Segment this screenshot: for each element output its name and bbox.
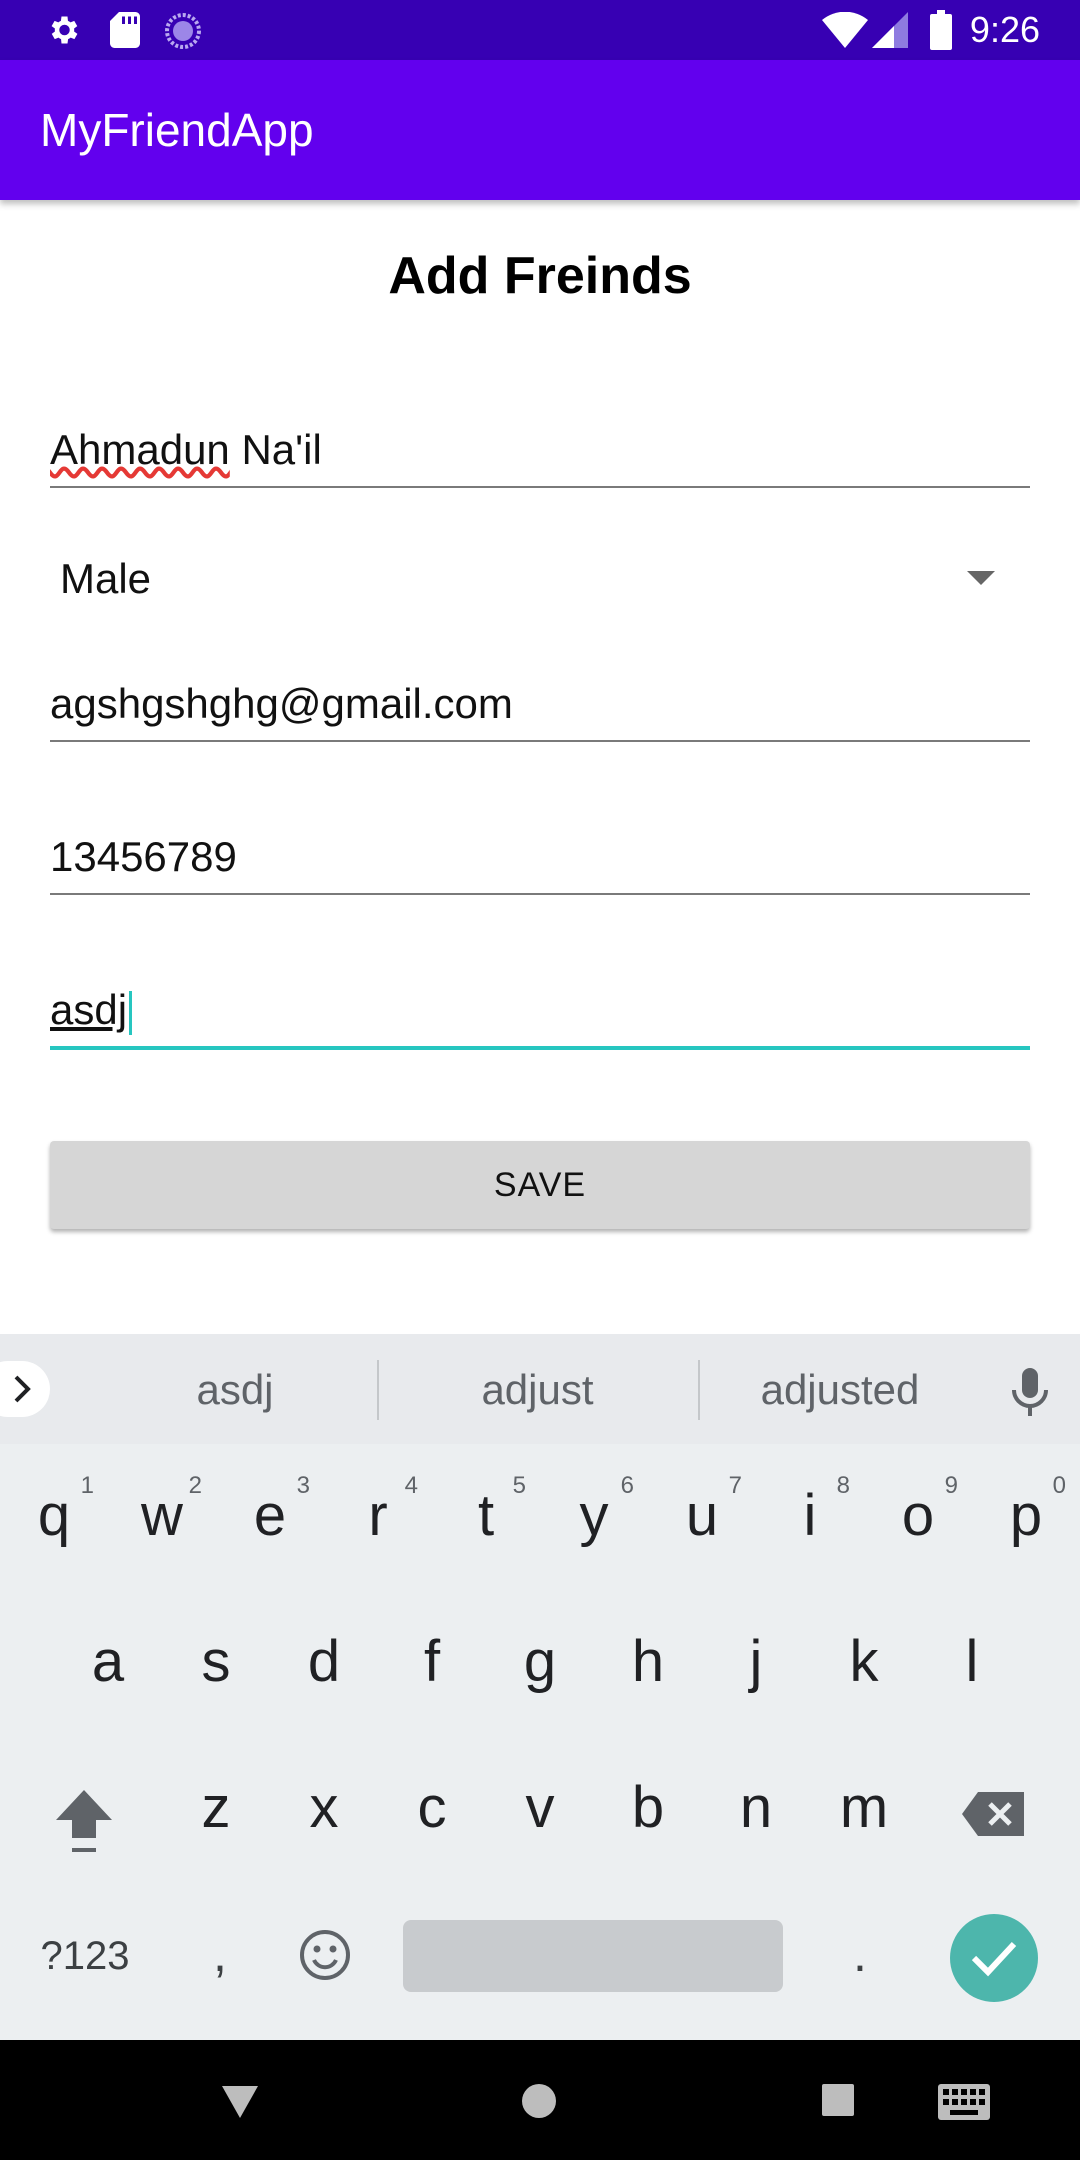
recents-icon[interactable] xyxy=(822,2084,854,2116)
signal-icon xyxy=(872,12,908,48)
key-i[interactable]: i8 xyxy=(756,1456,864,1576)
status-bar: 9:26 xyxy=(0,0,1080,60)
key-label: t xyxy=(477,1483,495,1548)
checkmark-icon xyxy=(971,1941,1017,1977)
symbols-key[interactable]: ?123 xyxy=(20,1928,150,1984)
key-hint: 0 xyxy=(1052,1472,1066,1499)
key-hint: 6 xyxy=(620,1472,634,1499)
key-c[interactable]: c xyxy=(378,1748,486,1868)
key-m[interactable]: m xyxy=(810,1748,918,1868)
address-field[interactable]: asdj xyxy=(50,984,1030,1050)
key-q[interactable]: q1 xyxy=(0,1456,108,1576)
key-hint: 7 xyxy=(728,1472,742,1499)
soft-keyboard: asdj adjust adjusted q1w2e3r4t5y6u7i8o9p… xyxy=(0,1334,1080,2040)
name-field-misspelled-word: Ahmadun xyxy=(50,426,230,473)
wifi-icon xyxy=(822,12,868,48)
status-time: 9:26 xyxy=(969,9,1040,50)
save-button[interactable]: SAVE xyxy=(50,1141,1030,1229)
key-f[interactable]: f xyxy=(378,1602,486,1722)
app-bar: MyFriendApp xyxy=(0,60,1080,200)
period-key[interactable]: . xyxy=(830,1919,890,1989)
text-cursor xyxy=(129,990,133,1035)
key-label: y xyxy=(579,1483,609,1548)
expand-toolbar-button[interactable] xyxy=(0,1361,50,1417)
phone-field[interactable]: 13456789 xyxy=(50,831,1030,895)
address-field-value: asdj xyxy=(50,986,128,1033)
email-field-value: agshgshghg@gmail.com xyxy=(50,680,513,727)
key-label: i xyxy=(803,1483,817,1548)
key-hint: 8 xyxy=(836,1472,850,1499)
key-l[interactable]: l xyxy=(918,1602,1026,1722)
key-z[interactable]: z xyxy=(162,1748,270,1868)
name-field-rest: Na'il xyxy=(229,426,322,473)
key-p[interactable]: p0 xyxy=(972,1456,1080,1576)
shift-key[interactable] xyxy=(52,1786,116,1858)
email-field[interactable]: agshgshghg@gmail.com xyxy=(50,678,1030,742)
key-label: e xyxy=(253,1483,287,1548)
emoji-icon xyxy=(300,1930,350,1980)
key-e[interactable]: e3 xyxy=(216,1456,324,1576)
backspace-icon xyxy=(962,1792,1024,1836)
sync-circle-icon xyxy=(165,13,201,49)
key-hint: 3 xyxy=(296,1472,310,1499)
microphone-icon[interactable] xyxy=(1010,1368,1050,1416)
gender-spinner[interactable]: Male xyxy=(50,545,1030,615)
key-o[interactable]: o9 xyxy=(864,1456,972,1576)
suggestion-divider xyxy=(698,1360,700,1420)
space-key[interactable] xyxy=(403,1920,783,1992)
gender-spinner-value: Male xyxy=(60,555,152,602)
sd-card-icon xyxy=(110,12,140,48)
key-label: u xyxy=(685,1483,719,1548)
key-u[interactable]: u7 xyxy=(648,1456,756,1576)
keyboard-switch-icon[interactable] xyxy=(938,2084,990,2120)
done-key[interactable] xyxy=(950,1914,1038,2002)
emoji-key[interactable] xyxy=(298,1928,352,1982)
suggestion-1[interactable]: asdj xyxy=(120,1364,350,1416)
key-s[interactable]: s xyxy=(162,1602,270,1722)
suggestion-3[interactable]: adjusted xyxy=(720,1364,960,1416)
shift-arrow-icon xyxy=(56,1790,112,1852)
key-d[interactable]: d xyxy=(270,1602,378,1722)
key-hint: 5 xyxy=(512,1472,526,1499)
key-n[interactable]: n xyxy=(702,1748,810,1868)
key-b[interactable]: b xyxy=(594,1748,702,1868)
key-hint: 4 xyxy=(404,1472,418,1499)
key-label: q xyxy=(37,1483,71,1548)
chevron-right-icon xyxy=(14,1375,31,1403)
key-h[interactable]: h xyxy=(594,1602,702,1722)
gear-icon xyxy=(51,16,78,44)
back-down-icon[interactable] xyxy=(222,2086,258,2118)
key-t[interactable]: t5 xyxy=(432,1456,540,1576)
key-v[interactable]: v xyxy=(486,1748,594,1868)
navigation-bar xyxy=(0,2040,1080,2160)
phone-field-value: 13456789 xyxy=(50,833,237,880)
page-heading: Add Freinds xyxy=(388,247,692,305)
app-title: MyFriendApp xyxy=(40,104,314,156)
key-k[interactable]: k xyxy=(810,1602,918,1722)
battery-icon xyxy=(930,10,952,50)
key-g[interactable]: g xyxy=(486,1602,594,1722)
key-hint: 2 xyxy=(188,1472,202,1499)
key-label: r xyxy=(368,1483,388,1548)
key-a[interactable]: a xyxy=(54,1602,162,1722)
dropdown-arrow-icon xyxy=(967,571,995,585)
key-w[interactable]: w2 xyxy=(108,1456,216,1576)
key-label: p xyxy=(1009,1483,1043,1548)
backspace-key[interactable] xyxy=(960,1790,1026,1838)
key-hint: 1 xyxy=(80,1472,94,1499)
key-r[interactable]: r4 xyxy=(324,1456,432,1576)
name-field[interactable]: Ahmadun Na'il xyxy=(50,424,1030,488)
key-x[interactable]: x xyxy=(270,1748,378,1868)
suggestion-strip: asdj adjust adjusted xyxy=(0,1334,1080,1444)
suggestion-2[interactable]: adjust xyxy=(410,1364,665,1416)
key-label: w xyxy=(141,1483,183,1548)
key-label: o xyxy=(901,1483,935,1548)
key-y[interactable]: y6 xyxy=(540,1456,648,1576)
comma-key[interactable]: , xyxy=(190,1919,250,1989)
home-icon[interactable] xyxy=(522,2084,556,2118)
suggestion-divider xyxy=(377,1360,379,1420)
key-hint: 9 xyxy=(944,1472,958,1499)
key-j[interactable]: j xyxy=(702,1602,810,1722)
